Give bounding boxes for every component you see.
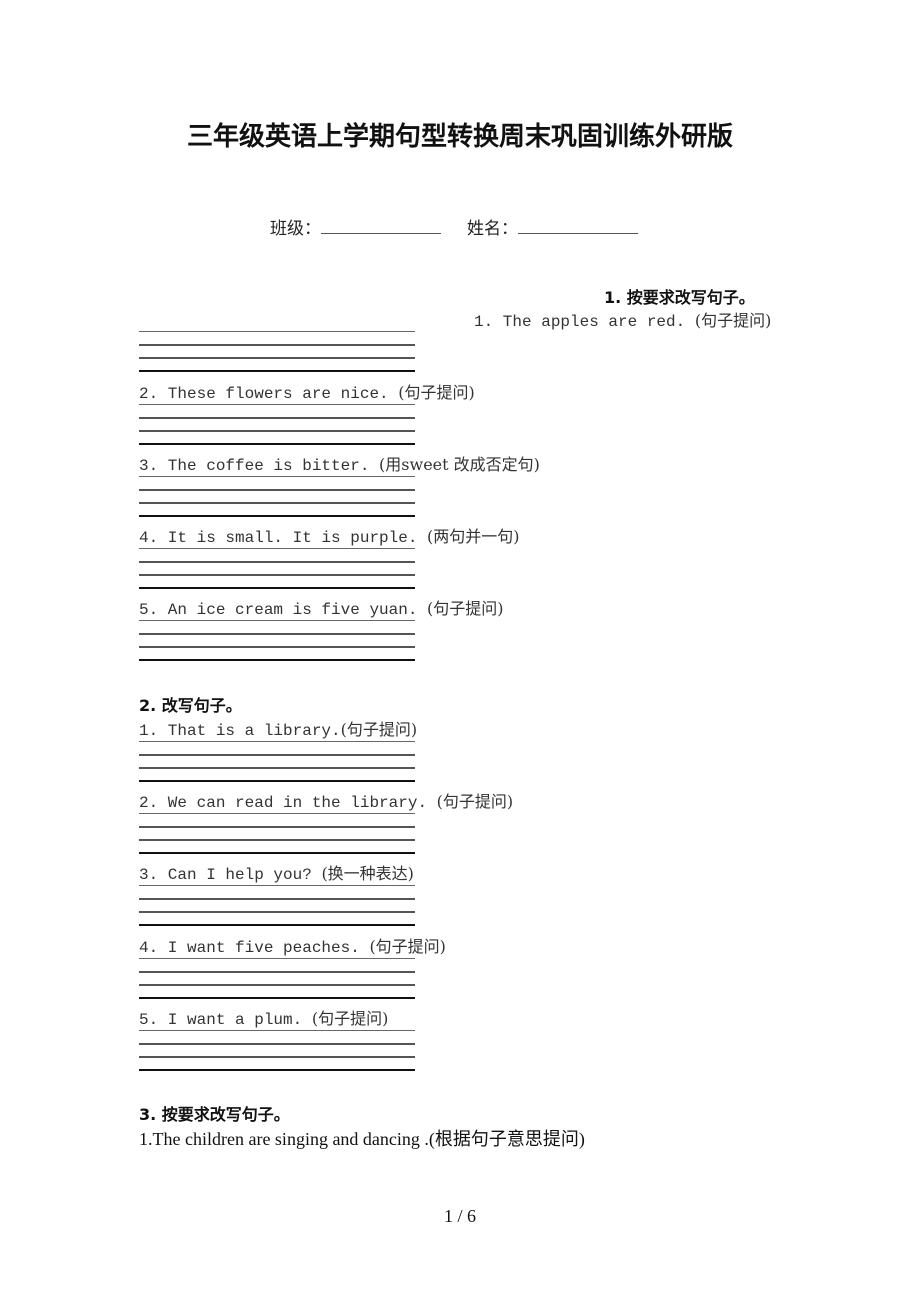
answer-line[interactable]	[139, 813, 415, 814]
answer-line[interactable]	[139, 515, 415, 517]
answer-line[interactable]	[139, 754, 415, 756]
answer-line[interactable]	[139, 997, 415, 999]
answer-line[interactable]	[139, 984, 415, 986]
answer-line[interactable]	[139, 404, 415, 405]
question-2-1: 1. That is a library.(句子提问)	[139, 720, 418, 740]
answer-line[interactable]	[139, 767, 415, 769]
answer-line[interactable]	[139, 898, 415, 900]
class-blank[interactable]	[321, 217, 441, 234]
answer-line[interactable]	[139, 548, 415, 549]
section-3-heading: 3. 按要求改写句子。	[139, 1105, 290, 1124]
page-indicator: 1 / 6	[443, 1206, 476, 1226]
answer-line[interactable]	[139, 1056, 415, 1058]
name-blank[interactable]	[518, 217, 638, 234]
name-label: 姓名：	[467, 219, 518, 239]
answer-line[interactable]	[139, 357, 415, 359]
answer-line[interactable]	[139, 659, 415, 661]
question-1-1: 1. The apples are red. (句子提问)	[474, 311, 772, 331]
answer-line[interactable]	[139, 489, 415, 491]
question-1-4: 4. It is small. It is purple. (两句并一句)	[139, 527, 520, 547]
answer-line[interactable]	[139, 971, 415, 973]
question-2-3: 3. Can I help you? (换一种表达)	[139, 864, 414, 884]
answer-line[interactable]	[139, 1043, 415, 1045]
answer-line[interactable]	[139, 502, 415, 504]
student-info: 班级： 姓名：	[270, 214, 638, 239]
question-1-5: 5. An ice cream is five yuan. (句子提问)	[139, 599, 504, 619]
class-label: 班级：	[270, 219, 321, 239]
answer-line[interactable]	[139, 924, 415, 926]
answer-line[interactable]	[139, 370, 415, 372]
answer-line[interactable]	[139, 476, 415, 477]
answer-line[interactable]	[139, 561, 415, 563]
answer-line[interactable]	[139, 741, 415, 742]
question-3-1: 1.The children are singing and dancing .…	[139, 1129, 585, 1149]
answer-line[interactable]	[139, 430, 415, 432]
answer-line[interactable]	[139, 826, 415, 828]
document-title: 三年级英语上学期句型转换周末巩固训练外研版	[186, 122, 733, 152]
section-1-heading: 1. 按要求改写句子。	[604, 288, 755, 307]
answer-line[interactable]	[139, 1030, 415, 1031]
question-1-2: 2. These flowers are nice. (句子提问)	[139, 383, 475, 403]
answer-line[interactable]	[139, 587, 415, 589]
question-2-2: 2. We can read in the library. (句子提问)	[139, 792, 514, 812]
answer-line[interactable]	[139, 852, 415, 854]
answer-line[interactable]	[139, 344, 415, 346]
answer-line[interactable]	[139, 620, 415, 621]
answer-line[interactable]	[139, 911, 415, 913]
answer-line[interactable]	[139, 417, 415, 419]
answer-line[interactable]	[139, 443, 415, 445]
answer-line[interactable]	[139, 646, 415, 648]
question-1-3: 3. The coffee is bitter. (用sweet 改成否定句)	[139, 455, 540, 475]
section-2-heading: 2. 改写句子。	[139, 696, 242, 715]
answer-line[interactable]	[139, 1069, 415, 1071]
answer-line[interactable]	[139, 780, 415, 782]
answer-line[interactable]	[139, 839, 415, 841]
answer-line[interactable]	[139, 633, 415, 635]
answer-line[interactable]	[139, 958, 415, 959]
question-2-5: 5. I want a plum. (句子提问)	[139, 1009, 389, 1029]
answer-line[interactable]	[139, 331, 415, 332]
question-2-4: 4. I want five peaches. (句子提问)	[139, 937, 446, 957]
answer-line[interactable]	[139, 574, 415, 576]
answer-line[interactable]	[139, 885, 415, 886]
